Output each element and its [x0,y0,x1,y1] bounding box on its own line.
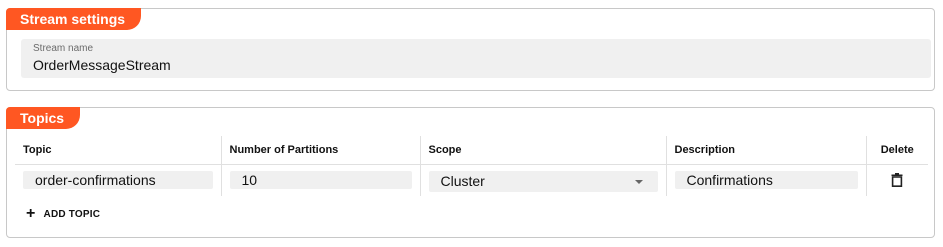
delete-topic-button[interactable] [891,173,903,190]
topic-name-input[interactable]: order-confirmations [23,171,213,190]
trash-icon [891,173,903,188]
description-input[interactable]: Confirmations [674,171,858,190]
scope-select-value: Cluster [440,172,485,189]
topics-title: Topics [6,107,81,129]
column-header-partitions: Number of Partitions [220,136,420,165]
stream-name-field[interactable]: Stream name OrderMessageStream [21,39,931,78]
column-header-description: Description [665,136,866,165]
column-header-topic: Topic [15,136,221,165]
plus-icon: + [26,205,36,222]
add-topic-button[interactable]: + ADD TOPIC [26,205,101,222]
add-topic-label: ADD TOPIC [43,208,101,220]
column-header-scope: Scope [419,136,666,165]
topics-table: Topic Number of Partitions Scope Descrip… [15,136,928,196]
stream-name-value[interactable]: OrderMessageStream [33,56,921,74]
stream-settings-panel: Stream settings Stream name OrderMessage… [6,8,935,91]
stream-settings-title: Stream settings [6,8,142,30]
topics-panel: Topics Topic Number of Partitions Scope … [6,107,935,238]
table-header-row: Topic Number of Partitions Scope Descrip… [15,136,928,165]
column-header-delete: Delete [865,136,928,165]
partitions-input[interactable]: 10 [229,171,412,190]
chevron-down-icon [634,179,643,184]
table-row: order-confirmations 10 Cluster Confirmat… [15,164,928,196]
scope-select[interactable]: Cluster [428,170,658,192]
stream-name-label: Stream name [33,43,94,54]
